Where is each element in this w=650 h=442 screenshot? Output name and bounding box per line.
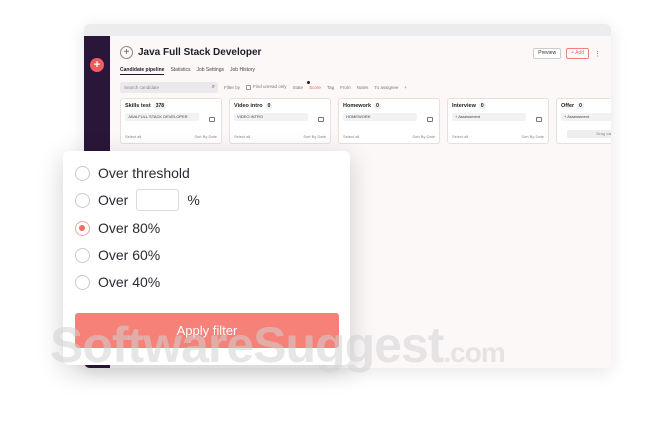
option-over-60[interactable]: Over 60% [75,247,160,263]
filter-assignee[interactable]: To assignee [374,85,398,90]
column-title: Offer 0 [561,103,584,109]
drag-candidate-button[interactable]: Drag candidate [567,130,611,138]
column-homework[interactable]: Homework 0 HOMEWORK Select all Sort By Dat… [338,98,440,144]
candidate-search-input[interactable]: Search candidate ⌕ [120,81,218,93]
option-over-80[interactable]: Over 80% [75,220,160,236]
job-title: Java Full Stack Developer [138,47,262,58]
select-all[interactable]: Select all [452,134,468,139]
watermark-suffix: .com [443,337,505,368]
column-add-assessment[interactable]: + Assessment [561,113,611,121]
filter-state[interactable]: State [293,85,304,90]
radio-over-40[interactable] [75,274,90,290]
filter-by-label: Filter by [224,84,241,90]
column-video-intro[interactable]: Video intro 0 VIDEO INTRO Select all Sort … [229,98,331,144]
column-footer: Select all Sort By Date [234,134,326,139]
column-title: Homework 0 [343,103,381,109]
column-count: 0 [478,103,486,109]
column-title: Video intro 0 [234,103,273,109]
select-all[interactable]: Select all [125,134,141,139]
option-label: Over 60% [98,247,161,263]
app-logo-icon[interactable]: + [90,58,104,72]
column-offer[interactable]: Offer0 + Assessment Drag candidate [556,98,611,144]
option-over-custom[interactable]: Over % [75,189,200,211]
filter-row: Search candidate ⌕ Filter by Find unread… [120,80,601,93]
option-label: Over [98,192,129,208]
sort-by-date[interactable]: Sort By Date [521,134,544,139]
sort-by-date[interactable]: Sort By Date [194,134,217,139]
sort-by-date[interactable]: Sort By Date [303,134,326,139]
header-actions: Preview + Add ⋮ [533,48,601,59]
column-title: Skills test 378 [125,103,167,109]
column-title: Interview 0 [452,103,486,109]
search-placeholder: Search candidate [124,84,160,90]
select-all[interactable]: Select all [343,134,359,139]
sort-by-date[interactable]: Sort By Date [412,134,435,139]
option-label: Over 40% [98,274,161,290]
column-skills-test[interactable]: Skills test 378 JAVA FULL STACK DEVELOPER… [120,98,222,144]
more-menu-icon[interactable]: ⋮ [594,50,601,58]
option-label: Over threshold [98,165,190,181]
column-footer: Select all Sort By Date [125,134,217,139]
column-add-assessment[interactable]: + Assessment [452,113,526,121]
column-count: 378 [153,103,167,109]
option-over-threshold[interactable]: Over threshold [75,165,190,181]
tab-candidate-pipeline[interactable]: Candidate pipeline [120,67,165,75]
preview-button[interactable]: Preview [533,48,562,59]
filter-tag[interactable]: Tag [327,85,334,90]
calendar-icon[interactable] [427,117,433,122]
screenshot-stage: + + Java Full Stack Developer Preview + … [0,0,650,442]
calendar-icon[interactable] [209,117,215,122]
column-footer: Select all Sort By Date [452,134,544,139]
filter-notes[interactable]: Notes [357,85,369,90]
column-assessment-tag[interactable]: VIDEO INTRO [234,113,308,121]
radio-over-threshold[interactable] [75,165,90,181]
add-filter-icon[interactable]: + [404,85,407,90]
add-button[interactable]: + Add [566,48,589,59]
pipeline-columns: Skills test 378 JAVA FULL STACK DEVELOPER… [120,98,611,144]
column-assessment-tag[interactable]: HOMEWORK [343,113,417,121]
unread-checkbox[interactable] [246,84,252,90]
filter-unread-only[interactable]: Find unread only [246,84,287,90]
watermark: SoftwareSuggest.com [50,316,506,374]
radio-over-80[interactable] [75,220,90,236]
select-all[interactable]: Select all [234,134,250,139]
radio-over-custom[interactable] [75,192,90,208]
percent-suffix: % [187,192,200,208]
radio-over-60[interactable] [75,247,90,263]
column-count: 0 [265,103,273,109]
active-filter-dot-icon [307,80,311,84]
column-count: 0 [577,103,584,109]
column-footer: Select all Sort By Date [343,134,435,139]
custom-percent-input[interactable] [136,189,180,211]
watermark-text: SoftwareSuggest [50,317,444,373]
add-circle-icon[interactable]: + [120,46,133,59]
tab-statistics[interactable]: Statistics [170,67,190,75]
filter-score[interactable]: Score [307,80,321,90]
filter-from[interactable]: From [340,85,351,90]
tab-job-settings[interactable]: Job Settings [196,67,224,75]
unread-label: Find unread only [253,84,287,90]
job-header: + Java Full Stack Developer [120,46,261,59]
job-subnav: Candidate pipeline Statistics Job Settin… [120,67,255,75]
column-interview[interactable]: Interview 0 + Assessment Select all Sort B… [447,98,549,144]
option-label: Over 80% [98,220,161,236]
column-assessment-tag[interactable]: JAVA FULL STACK DEVELOPER [125,113,199,121]
tab-job-history[interactable]: Job History [230,67,255,75]
calendar-icon[interactable] [536,117,542,122]
score-label: Score [309,84,321,90]
search-icon: ⌕ [211,83,215,90]
calendar-icon[interactable] [318,117,324,122]
column-count: 0 [374,103,381,109]
option-over-40[interactable]: Over 40% [75,274,160,290]
window-title-bar [84,24,611,36]
